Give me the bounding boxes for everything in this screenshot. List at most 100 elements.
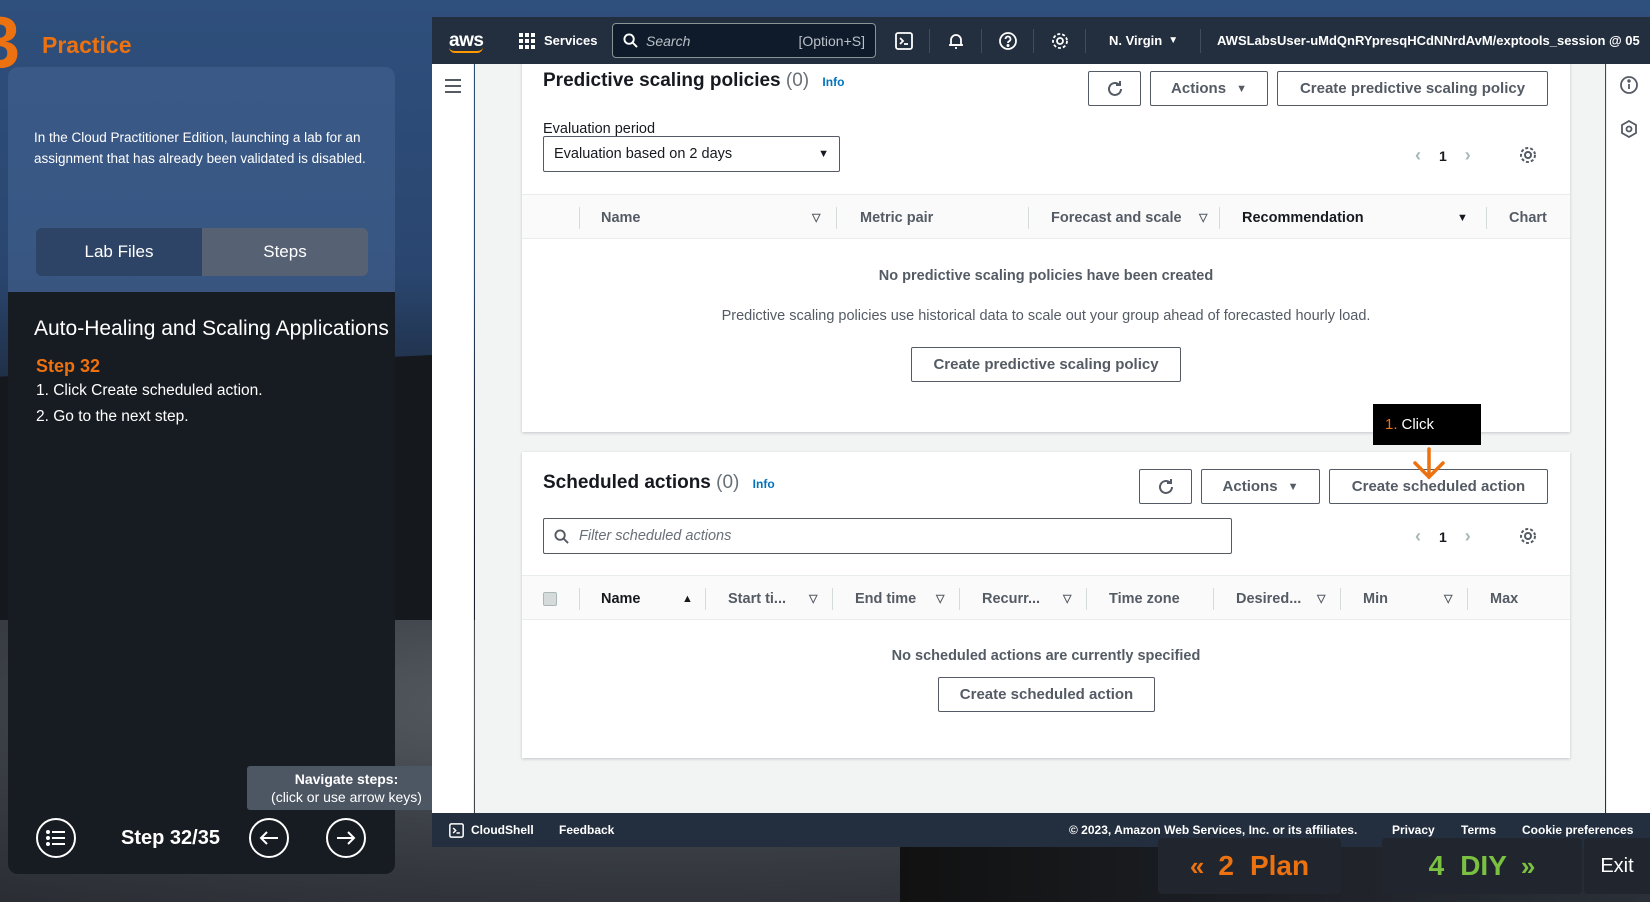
diy-number: 4: [1428, 850, 1445, 881]
plan-nav-button[interactable]: « 2 Plan: [1158, 838, 1341, 894]
col-forecast-scale[interactable]: Forecast and scale: [1051, 195, 1182, 240]
help-button[interactable]: [999, 17, 1017, 64]
aws-logo[interactable]: aws: [449, 17, 484, 64]
chevron-right-icon[interactable]: ›: [1465, 526, 1471, 547]
click-callout: 1. Click: [1373, 404, 1481, 445]
scheduled-title-text: Scheduled actions: [543, 472, 711, 493]
col-desired[interactable]: Desired...: [1236, 576, 1301, 621]
predictive-refresh-button[interactable]: [1088, 71, 1141, 106]
right-utility-bar: [1606, 64, 1650, 813]
topbar-divider: [1085, 29, 1086, 53]
scheduled-title: Scheduled actions (0) Info: [543, 472, 775, 494]
column-divider: [1086, 588, 1087, 610]
column-divider: [959, 588, 960, 610]
predictive-actions-button[interactable]: Actions ▼: [1150, 71, 1268, 106]
search-shortcut: [Option+S]: [798, 32, 865, 49]
column-divider: [579, 207, 580, 229]
aws-topbar: aws Services Search [Option+S] N. Virgin…: [432, 17, 1650, 64]
preferences-gear-icon[interactable]: [1519, 527, 1537, 545]
notifications-button[interactable]: [947, 17, 965, 64]
predictive-title-text: Predictive scaling policies: [543, 70, 781, 91]
sort-icon[interactable]: ▽: [1199, 195, 1207, 240]
predictive-page-number[interactable]: 1: [1439, 148, 1447, 164]
scheduled-actions-button[interactable]: Actions ▼: [1201, 469, 1320, 504]
col-metric-pair[interactable]: Metric pair: [860, 195, 933, 240]
account-menu[interactable]: AWSLabsUser-uMdQnRYpresqHCdNNrdAvM/expto…: [1217, 17, 1650, 64]
settings-button[interactable]: [1051, 17, 1069, 64]
col-chart[interactable]: Chart: [1509, 195, 1547, 240]
scheduled-page-number[interactable]: 1: [1439, 529, 1447, 545]
sort-active-icon[interactable]: ▼: [1457, 195, 1468, 240]
scheduled-info-link[interactable]: Info: [753, 477, 775, 491]
col-end-time[interactable]: End time: [855, 576, 916, 621]
predictive-info-link[interactable]: Info: [822, 75, 844, 89]
feedback-link[interactable]: Feedback: [559, 813, 614, 847]
chevron-left-icon[interactable]: ‹: [1415, 526, 1421, 547]
tab-steps[interactable]: Steps: [202, 228, 368, 276]
info-icon[interactable]: [1620, 76, 1638, 94]
next-step-button[interactable]: [326, 818, 366, 858]
column-divider: [1213, 588, 1214, 610]
col-name[interactable]: Name: [601, 576, 641, 621]
menu-icon[interactable]: [445, 79, 461, 93]
column-divider: [1219, 207, 1220, 229]
scheduled-refresh-button[interactable]: [1139, 469, 1192, 504]
gear-icon: [1052, 32, 1068, 49]
scheduled-table-header: Name ▲ Start ti... ▽ End time ▽ Recurr..…: [522, 575, 1570, 620]
diy-nav-button[interactable]: 4 DIY »: [1382, 838, 1582, 894]
sort-icon[interactable]: ▽: [812, 195, 820, 240]
sort-icon[interactable]: ▽: [1317, 576, 1325, 621]
predictive-empty-desc: Predictive scaling policies use historic…: [721, 308, 1371, 324]
column-divider: [579, 588, 580, 610]
sort-icon[interactable]: ▽: [1063, 576, 1071, 621]
plan-label: Plan: [1249, 850, 1310, 881]
evaluation-period-select[interactable]: Evaluation based on 2 days ▼: [543, 136, 840, 172]
chevron-right-icon[interactable]: ›: [1465, 145, 1471, 166]
cloudshell-footer-button[interactable]: CloudShell: [449, 813, 534, 847]
filter-scheduled-actions-input[interactable]: Filter scheduled actions: [543, 518, 1232, 554]
instruction-2: 2. Go to the next step.: [36, 408, 189, 425]
create-predictive-policy-empty-button[interactable]: Create predictive scaling policy: [911, 347, 1181, 382]
terminal-icon: [449, 822, 464, 838]
predictive-actions-label: Actions: [1171, 80, 1227, 97]
tab-lab-files[interactable]: Lab Files: [36, 228, 202, 276]
sort-ascending-icon[interactable]: ▲: [682, 576, 693, 621]
sort-icon[interactable]: ▽: [809, 576, 817, 621]
preferences-gear-icon[interactable]: [1519, 146, 1537, 164]
lab-tabs: Lab Files Steps: [36, 228, 368, 276]
col-recommendation[interactable]: Recommendation: [1242, 195, 1364, 240]
sort-icon[interactable]: ▽: [1444, 576, 1452, 621]
previous-step-button[interactable]: [249, 818, 289, 858]
search-input[interactable]: Search [Option+S]: [612, 23, 876, 58]
hexagon-icon[interactable]: [1620, 120, 1638, 138]
select-all-checkbox[interactable]: [543, 576, 557, 621]
exit-button[interactable]: Exit: [1584, 838, 1650, 894]
column-divider: [1486, 207, 1487, 229]
evaluation-period-label: Evaluation period: [543, 121, 656, 137]
caret-down-icon: ▼: [818, 148, 829, 160]
chevron-left-icon[interactable]: ‹: [1415, 145, 1421, 166]
col-recurrence[interactable]: Recurr...: [982, 576, 1040, 621]
services-menu[interactable]: Services: [519, 17, 598, 64]
evaluation-period-value: Evaluation based on 2 days: [554, 146, 733, 162]
col-max[interactable]: Max: [1490, 576, 1518, 621]
column-divider: [1028, 207, 1029, 229]
arrow-down-icon: [1413, 447, 1445, 480]
col-min[interactable]: Min: [1363, 576, 1388, 621]
sort-icon[interactable]: ▽: [936, 576, 944, 621]
predictive-table-header: Name ▽ Metric pair Forecast and scale ▽ …: [522, 194, 1570, 239]
arrow-right-icon: [337, 831, 356, 845]
topbar-divider: [1033, 29, 1034, 53]
scheduled-pagination: ‹ 1 ›: [1415, 526, 1471, 547]
steps-list-button[interactable]: [36, 818, 76, 858]
create-scheduled-action-empty-button[interactable]: Create scheduled action: [938, 677, 1155, 712]
search-placeholder: Search: [646, 32, 691, 49]
practice-title: Practice: [42, 32, 132, 58]
col-start-time[interactable]: Start ti...: [728, 576, 786, 621]
col-name[interactable]: Name: [601, 195, 641, 240]
col-time-zone[interactable]: Time zone: [1109, 576, 1180, 621]
region-selector[interactable]: N. Virgin ▼: [1109, 17, 1178, 64]
cloudshell-button[interactable]: [895, 17, 913, 64]
create-predictive-policy-button[interactable]: Create predictive scaling policy: [1277, 71, 1548, 106]
step-label: Step 32: [36, 356, 101, 376]
